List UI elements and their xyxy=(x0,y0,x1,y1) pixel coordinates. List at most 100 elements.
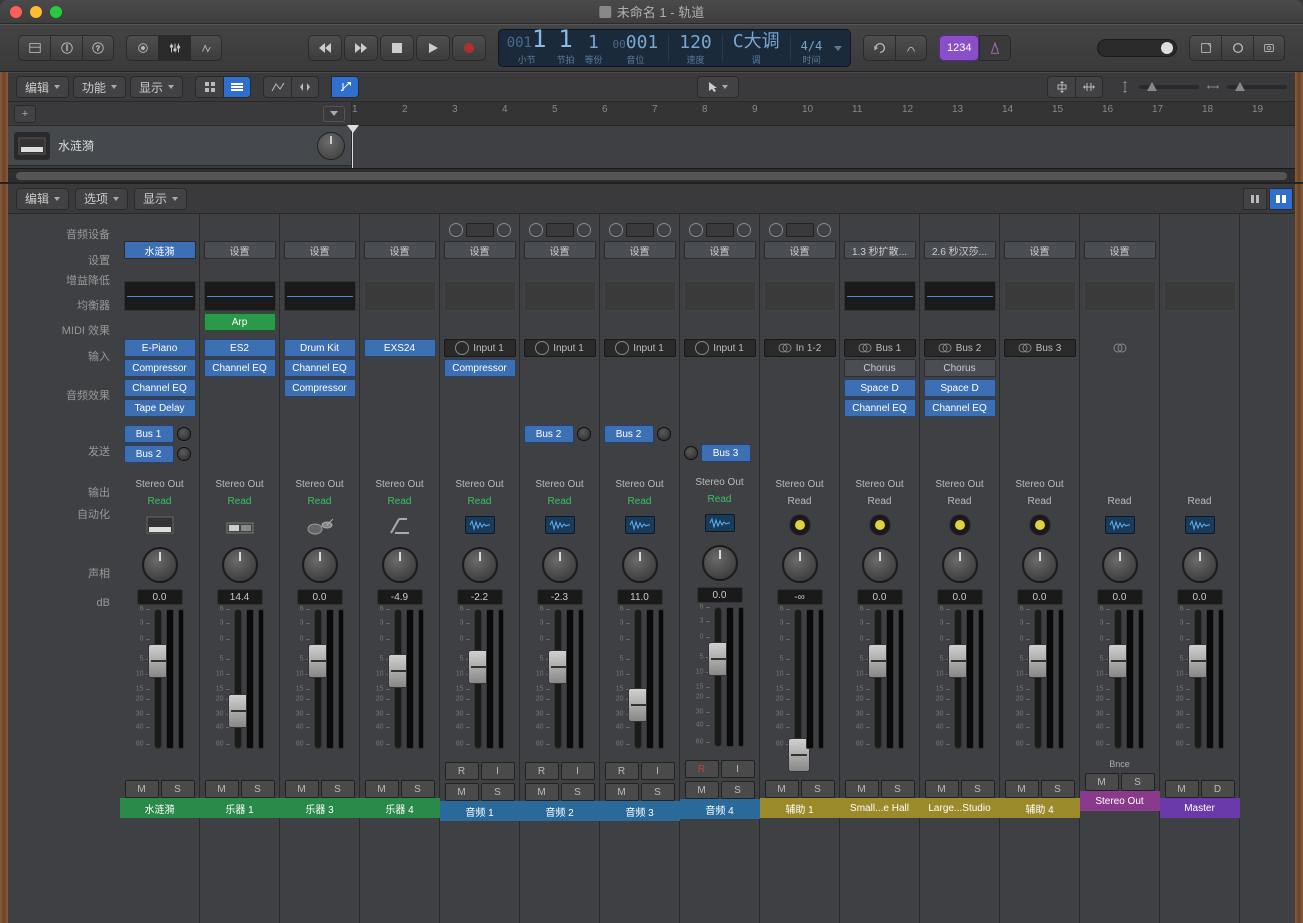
fader[interactable] xyxy=(314,609,322,749)
mute-button[interactable]: M xyxy=(925,780,959,798)
input-monitor-button[interactable]: I xyxy=(481,762,515,780)
send-slot[interactable]: Bus 3 xyxy=(684,444,756,462)
mute-button[interactable]: M xyxy=(845,780,879,798)
flex-button[interactable] xyxy=(291,76,319,98)
output-slot[interactable]: Stereo Out xyxy=(1004,476,1076,492)
send-slot[interactable]: Bus 2 xyxy=(604,425,676,443)
channel-name[interactable]: 乐器 3 xyxy=(280,798,360,818)
device-slot[interactable] xyxy=(706,223,734,237)
input-slot[interactable]: Input 1 xyxy=(604,339,676,357)
link-icon[interactable] xyxy=(657,223,671,237)
lcd-display[interactable]: 0011小节 1节拍 1等份 00001音位 120速度 C大调调 4/4时间 xyxy=(498,29,852,67)
link-icon[interactable] xyxy=(769,223,783,237)
automation-mode[interactable]: Read xyxy=(788,496,812,507)
forward-button[interactable] xyxy=(344,35,378,61)
automation-mode[interactable]: Read xyxy=(628,496,652,507)
tuner-button[interactable] xyxy=(895,35,927,61)
media-button[interactable] xyxy=(1253,35,1285,61)
link-icon[interactable] xyxy=(449,223,463,237)
db-readout[interactable]: 0.0 xyxy=(857,589,903,605)
input-slot[interactable] xyxy=(1084,339,1156,357)
solo-button[interactable]: S xyxy=(561,783,595,801)
output-slot[interactable]: Stereo Out xyxy=(844,476,916,492)
count-in-button[interactable]: 1234 xyxy=(939,35,979,61)
channel-name[interactable]: Large...Studio xyxy=(920,798,1000,818)
input-monitor-button[interactable]: I xyxy=(561,762,595,780)
pan-knob[interactable] xyxy=(782,547,818,583)
channel-setting-slot[interactable]: 设置 xyxy=(444,241,516,259)
fader[interactable] xyxy=(1114,609,1122,749)
solo-button[interactable]: S xyxy=(801,780,835,798)
audio-fx-slot[interactable]: Chorus xyxy=(924,359,996,377)
audio-fx-slot[interactable]: Channel EQ xyxy=(844,399,916,417)
eq-thumbnail[interactable] xyxy=(684,281,756,311)
view-menu[interactable]: 显示 xyxy=(130,76,183,98)
solo-button[interactable]: S xyxy=(481,783,515,801)
cycle-button[interactable] xyxy=(863,35,895,61)
solo-button[interactable]: S xyxy=(241,780,275,798)
solo-button[interactable]: S xyxy=(401,780,435,798)
audio-fx-slot[interactable]: Space D xyxy=(924,379,996,397)
mute-button[interactable]: M xyxy=(765,780,799,798)
mixer-options-menu[interactable]: 选项 xyxy=(75,188,128,210)
link-icon[interactable] xyxy=(529,223,543,237)
solo-button[interactable]: S xyxy=(1041,780,1075,798)
automation-mode[interactable]: Read xyxy=(388,496,412,507)
play-button[interactable] xyxy=(416,35,450,61)
db-readout[interactable]: 11.0 xyxy=(617,589,663,605)
eq-thumbnail[interactable] xyxy=(1164,281,1236,311)
mute-button[interactable]: M xyxy=(605,783,639,801)
channel-setting-slot[interactable]: 1.3 秒扩散... xyxy=(844,241,916,259)
channel-setting-slot[interactable]: 设置 xyxy=(1084,241,1156,259)
channel-setting-slot[interactable]: 设置 xyxy=(524,241,596,259)
solo-button[interactable]: S xyxy=(1121,773,1155,791)
smart-controls-button[interactable] xyxy=(126,35,158,61)
channel-name[interactable]: Small...e Hall xyxy=(840,798,920,818)
channel-name[interactable]: 音频 1 xyxy=(440,801,520,821)
mixer-wide-button[interactable] xyxy=(1269,188,1293,210)
channel-name[interactable]: Stereo Out xyxy=(1080,791,1160,811)
output-slot[interactable]: Stereo Out xyxy=(684,474,756,490)
db-readout[interactable]: 0.0 xyxy=(1097,589,1143,605)
stop-button[interactable] xyxy=(380,35,414,61)
list-view-button[interactable] xyxy=(223,76,251,98)
solo-button[interactable]: S xyxy=(641,783,675,801)
output-slot[interactable]: Stereo Out xyxy=(924,476,996,492)
pan-knob[interactable] xyxy=(1102,547,1138,583)
record-enable-button[interactable]: R xyxy=(445,762,479,780)
zoom-fit-h-button[interactable] xyxy=(1075,76,1103,98)
channel-setting-slot[interactable]: 设置 xyxy=(364,241,436,259)
device-slot[interactable] xyxy=(626,223,654,237)
pan-knob[interactable] xyxy=(1182,547,1218,583)
fader[interactable] xyxy=(154,609,162,749)
notepad-button[interactable] xyxy=(1189,35,1221,61)
fader[interactable] xyxy=(634,609,642,749)
editor-button[interactable] xyxy=(190,35,222,61)
automation-mode[interactable]: Read xyxy=(548,496,572,507)
audio-fx-slot[interactable]: Space D xyxy=(844,379,916,397)
pan-knob[interactable] xyxy=(462,547,498,583)
output-slot[interactable]: Stereo Out xyxy=(764,476,836,492)
record-enable-button[interactable]: R xyxy=(685,760,719,778)
fader[interactable] xyxy=(714,607,722,747)
automation-mode[interactable]: Read xyxy=(708,494,732,505)
automation-mode[interactable]: Read xyxy=(148,496,172,507)
input-slot[interactable]: Bus 2 xyxy=(924,339,996,357)
input-slot[interactable]: In 1-2 xyxy=(764,339,836,357)
channel-setting-slot[interactable]: 2.6 秒汉莎... xyxy=(924,241,996,259)
channel-name[interactable]: 乐器 4 xyxy=(360,798,440,818)
automation-mode[interactable]: Read xyxy=(868,496,892,507)
channel-setting-slot[interactable]: 设置 xyxy=(684,241,756,259)
fader[interactable] xyxy=(234,609,242,749)
db-readout[interactable]: 14.4 xyxy=(217,589,263,605)
output-slot[interactable]: Stereo Out xyxy=(524,476,596,492)
link-icon[interactable] xyxy=(689,223,703,237)
eq-thumbnail[interactable] xyxy=(284,281,356,311)
pointer-tool-menu[interactable] xyxy=(697,76,739,98)
mute-button[interactable]: M xyxy=(1085,773,1119,791)
pan-knob[interactable] xyxy=(542,547,578,583)
input-slot[interactable]: Bus 1 xyxy=(844,339,916,357)
automation-mode[interactable]: Read xyxy=(1188,496,1212,507)
mute-button[interactable]: M xyxy=(445,783,479,801)
fader[interactable] xyxy=(1194,609,1202,749)
